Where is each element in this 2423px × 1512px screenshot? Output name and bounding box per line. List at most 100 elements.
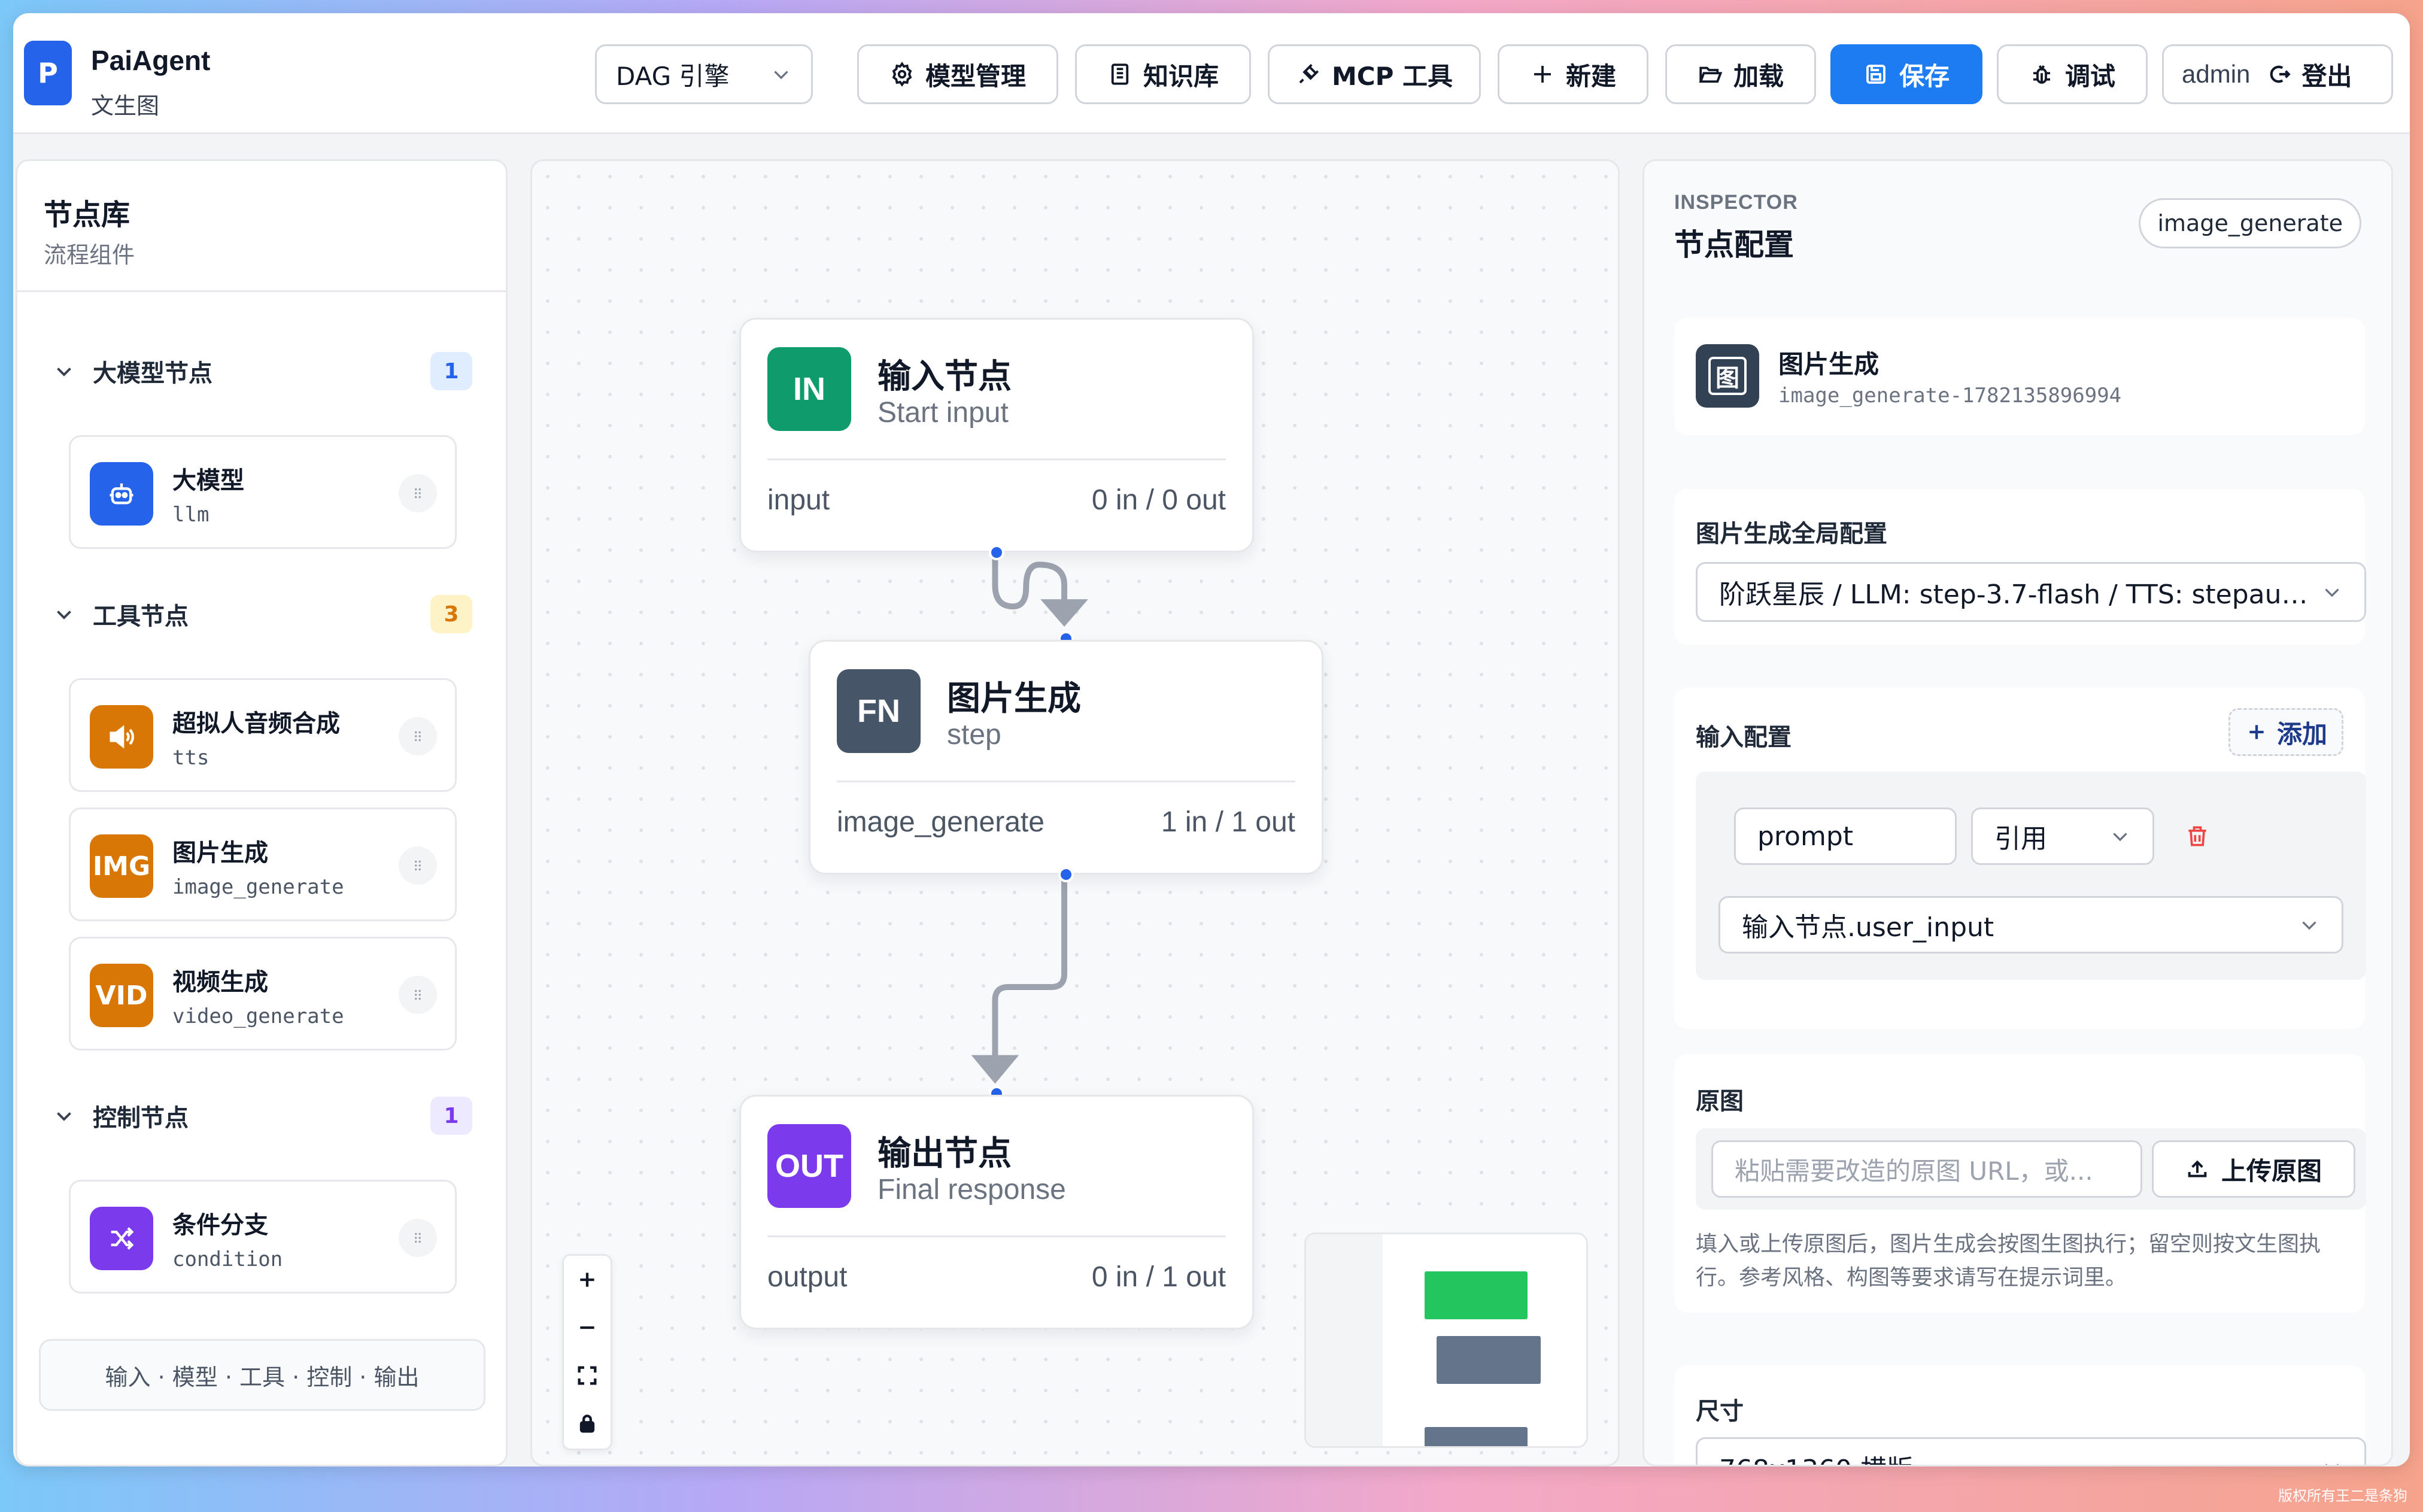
library-node-video-generate[interactable]: VID 视频生成 video_generate [69, 937, 457, 1050]
gear-icon [892, 62, 912, 87]
drag-handle-icon[interactable] [399, 1219, 437, 1257]
library-node-image-generate[interactable]: IMG 图片生成 image_generate [69, 807, 457, 921]
flow-node-image-generate[interactable]: FN 图片生成 step image_generate 1 in / 1 out [809, 640, 1323, 875]
divider [767, 1235, 1226, 1237]
fit-view-button[interactable] [564, 1352, 611, 1399]
divider [837, 781, 1295, 782]
knowledge-base-label: 知识库 [1143, 61, 1219, 91]
global-config-label: 图片生成全局配置 [1696, 520, 1887, 548]
minus-icon [580, 1326, 594, 1329]
source-image-label: 原图 [1696, 1088, 1744, 1115]
node-library-subtitle: 流程组件 [44, 242, 135, 268]
trash-icon[interactable] [2181, 819, 2214, 853]
minimap[interactable] [1304, 1232, 1588, 1448]
group-count-badge: 1 [430, 352, 472, 390]
node-title: 大模型 [172, 467, 244, 494]
new-label: 新建 [1565, 61, 1616, 91]
logout-label: 登出 [2301, 61, 2352, 91]
size-card: 尺寸 768x1360 横版 [1674, 1365, 2366, 1465]
inspector-panel: INSPECTOR 节点配置 image_generate 图 图片生成 ima… [1642, 159, 2393, 1467]
chevron-down-icon [57, 611, 71, 620]
flow-node-output[interactable]: OUT 输出节点 Final response output 0 in / 1 … [739, 1095, 1254, 1329]
param-name-input[interactable]: prompt [1734, 807, 1957, 865]
zoom-out-button[interactable] [564, 1304, 611, 1352]
input-mode-value: 引用 [1994, 824, 2047, 854]
size-select[interactable]: 768x1360 横版 [1696, 1437, 2366, 1465]
upload-image-button[interactable]: 上传原图 [2152, 1140, 2355, 1198]
group-name: 大模型节点 [93, 360, 212, 387]
arrow-head-icon [1040, 599, 1088, 627]
add-input-button[interactable]: 添加 [2228, 708, 2343, 756]
library-node-tts[interactable]: 超拟人音频合成 tts [69, 678, 457, 792]
group-llm-nodes[interactable]: 大模型节点 1 [53, 350, 472, 392]
node-subtitle: Start input [877, 397, 1009, 429]
source-image-row: 粘贴需要改造的原图 URL，或... 上传原图 [1696, 1128, 2366, 1210]
save-label: 保存 [1899, 61, 1950, 91]
output-port[interactable] [1058, 867, 1074, 882]
load-button[interactable]: 加载 [1665, 44, 1816, 104]
node-type: video_generate [172, 1004, 344, 1028]
library-node-llm[interactable]: 大模型 llm [69, 435, 457, 549]
source-image-card: 原图 粘贴需要改造的原图 URL，或... 上传原图 填入或上传原图后，图片生成… [1674, 1054, 2366, 1313]
drag-handle-icon[interactable] [399, 474, 437, 512]
node-type: llm [172, 503, 209, 527]
app-window: P PaiAgent 文生图 DAG 引擎 模型管理 知识库 MCP 工具 新建… [13, 13, 2410, 1467]
plus-icon [2249, 725, 2264, 739]
lock-icon [579, 1414, 595, 1433]
engine-select[interactable]: DAG 引擎 [595, 44, 813, 104]
debug-button[interactable]: 调试 [1997, 44, 2148, 104]
mcp-tools-button[interactable]: MCP 工具 [1268, 44, 1481, 104]
inspector-label: INSPECTOR [1674, 191, 1798, 214]
lock-button[interactable] [564, 1399, 611, 1447]
group-control-nodes[interactable]: 控制节点 1 [53, 1095, 472, 1137]
logout-button[interactable]: 登出 [2267, 56, 2352, 93]
node-type: condition [172, 1247, 283, 1271]
group-tool-nodes[interactable]: 工具节点 3 [53, 593, 472, 635]
node-title: 条件分支 [172, 1212, 268, 1239]
drag-handle-icon[interactable] [399, 846, 437, 885]
app-name: PaiAgent [91, 45, 211, 76]
library-node-condition[interactable]: 条件分支 condition [69, 1180, 457, 1294]
watermark-text: 版权所有王二是条狗 [2278, 1487, 2407, 1504]
video-badge-icon: VID [90, 964, 153, 1027]
robot-icon [90, 462, 153, 526]
node-library-title: 节点库 [44, 198, 130, 232]
node-key: input [767, 484, 830, 516]
node-type: tts [172, 746, 209, 770]
debug-label: 调试 [2064, 61, 2115, 91]
knowledge-base-button[interactable]: 知识库 [1075, 44, 1251, 104]
upload-image-label: 上传原图 [2221, 1156, 2322, 1186]
drag-handle-icon[interactable] [399, 717, 437, 755]
new-button[interactable]: 新建 [1498, 44, 1648, 104]
chevron-down-icon [57, 1112, 71, 1121]
image-node-glyph: 图 [1708, 357, 1747, 395]
output-port[interactable] [989, 545, 1004, 560]
selected-node-name: 图片生成 [1778, 350, 1880, 379]
source-image-hint: 填入或上传原图后，图片生成会按图生图执行；留空则按文生图执行。参考风格、构图等要… [1696, 1232, 2321, 1290]
plus-icon [1534, 66, 1551, 83]
node-title: 图片生成 [172, 839, 268, 867]
model-management-button[interactable]: 模型管理 [857, 44, 1058, 104]
bug-icon [2033, 65, 2050, 84]
flow-node-input[interactable]: IN 输入节点 Start input input 0 in / 0 out [739, 318, 1254, 552]
input-reference-select[interactable]: 输入节点.user_input [1718, 896, 2343, 954]
group-count-badge: 3 [430, 595, 472, 633]
group-name: 工具节点 [93, 603, 189, 630]
input-mode-select[interactable]: 引用 [1971, 807, 2154, 865]
selected-node-card: 图 图片生成 image_generate-1782135896994 [1674, 318, 2365, 435]
edge-image-to-output[interactable] [992, 869, 1068, 1076]
selected-node-id: image_generate-1782135896994 [1778, 384, 2122, 408]
chevron-down-icon [774, 71, 788, 80]
drag-handle-icon[interactable] [399, 976, 437, 1014]
source-image-url-input[interactable]: 粘贴需要改造的原图 URL，或... [1711, 1140, 2142, 1198]
node-type: image_generate [172, 875, 344, 899]
global-config-select[interactable]: 阶跃星辰 / LLM: step-3.7-flash / TTS: stepau… [1696, 562, 2366, 622]
global-config-value: 阶跃星辰 / LLM: step-3.7-flash / TTS: stepau… [1719, 579, 2321, 610]
shuffle-icon [90, 1207, 153, 1270]
flow-canvas[interactable]: IN 输入节点 Start input input 0 in / 0 out F… [530, 159, 1620, 1467]
save-button[interactable]: 保存 [1830, 44, 1982, 104]
chevron-down-icon [2113, 833, 2127, 842]
model-management-label: 模型管理 [925, 61, 1026, 91]
username: admin [2182, 60, 2251, 88]
zoom-in-button[interactable] [564, 1256, 611, 1304]
